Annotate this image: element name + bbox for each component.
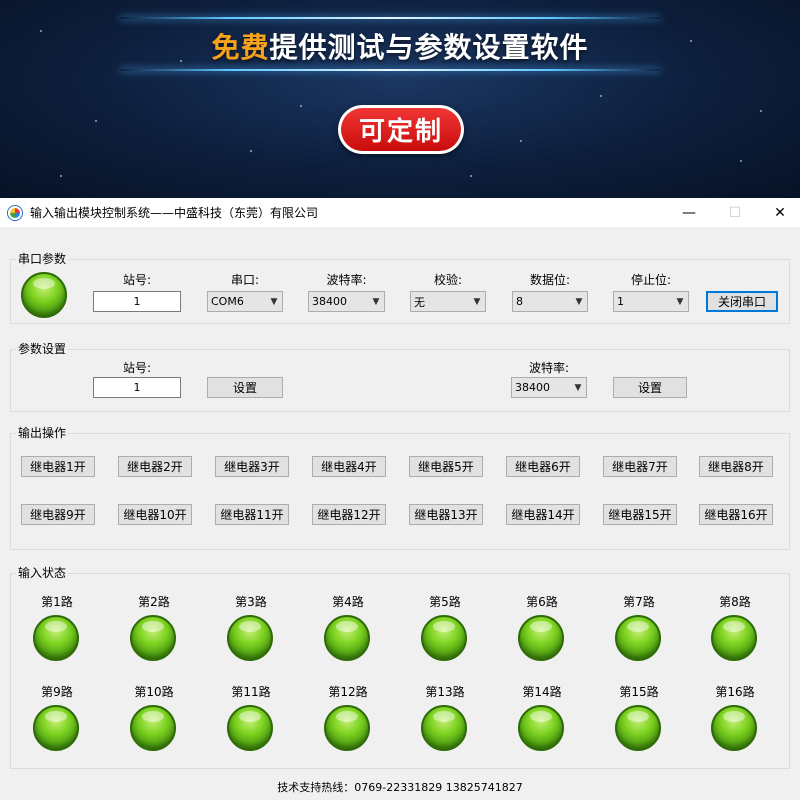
connection-status-led bbox=[21, 272, 67, 318]
promo-banner: 免费提供测试与参数设置软件 可定制 bbox=[0, 0, 800, 198]
app-window: 输入输出模块控制系统——中盛科技（东莞）有限公司 — ☐ ✕ 串口参数 站号: … bbox=[0, 198, 800, 800]
close-button[interactable]: ✕ bbox=[757, 198, 800, 227]
param-settings-group: 参数设置 站号: 1 设置 波特率: 38400 ▼ 设置 bbox=[10, 342, 790, 412]
output-ops-title: 输出操作 bbox=[16, 426, 69, 441]
relay-7-on-button[interactable]: 继电器7开 bbox=[603, 456, 677, 477]
input-7-status-led bbox=[615, 615, 661, 661]
relay-10-on-button[interactable]: 继电器10开 bbox=[118, 504, 192, 525]
serial-params-group: 串口参数 站号: 1 串口: COM6 ▼ 波特率: 38400 ▼ 校验: 无 ▼ … bbox=[10, 252, 790, 324]
input-13-label: 第13路 bbox=[425, 685, 465, 699]
input-status-title: 输入状态 bbox=[16, 566, 69, 581]
chevron-down-icon: ▼ bbox=[676, 296, 684, 307]
input-6-status-led bbox=[518, 615, 564, 661]
input-11-label: 第11路 bbox=[231, 685, 271, 699]
relay-13-on-button[interactable]: 继电器13开 bbox=[409, 504, 483, 525]
app-logo-icon bbox=[8, 205, 22, 220]
customizable-badge: 可定制 bbox=[338, 105, 464, 154]
baud-label: 波特率: bbox=[528, 361, 570, 375]
input-10-label: 第10路 bbox=[134, 685, 174, 699]
minimize-button[interactable]: — bbox=[666, 198, 712, 227]
relay-5-on-button[interactable]: 继电器5开 bbox=[409, 456, 483, 477]
station-label: 站号: bbox=[122, 273, 152, 287]
param-settings-title: 参数设置 bbox=[16, 342, 69, 357]
relay-12-on-button[interactable]: 继电器12开 bbox=[312, 504, 386, 525]
parity-select[interactable]: 无 ▼ bbox=[410, 291, 486, 312]
input-10-status-led bbox=[130, 705, 176, 751]
input-2-status-led bbox=[130, 615, 176, 661]
maximize-button[interactable]: ☐ bbox=[712, 198, 758, 227]
baud-label: 波特率: bbox=[326, 273, 367, 287]
port-select[interactable]: COM6 ▼ bbox=[207, 291, 283, 312]
banner-bottom-line bbox=[120, 69, 660, 71]
relay-1-on-button[interactable]: 继电器1开 bbox=[21, 456, 95, 477]
input-12-status-led bbox=[324, 705, 370, 751]
chevron-down-icon: ▼ bbox=[270, 296, 278, 307]
relay-4-on-button[interactable]: 继电器4开 bbox=[312, 456, 386, 477]
relay-14-on-button[interactable]: 继电器14开 bbox=[506, 504, 580, 525]
baud-select[interactable]: 38400 ▼ bbox=[308, 291, 385, 312]
input-5-label: 第5路 bbox=[429, 595, 461, 609]
relay-8-on-button[interactable]: 继电器8开 bbox=[699, 456, 773, 477]
input-9-status-led bbox=[33, 705, 79, 751]
databits-select[interactable]: 8 ▼ bbox=[512, 291, 588, 312]
relay-6-on-button[interactable]: 继电器6开 bbox=[506, 456, 580, 477]
parity-label: 校验: bbox=[433, 273, 463, 287]
input-8-label: 第8路 bbox=[719, 595, 751, 609]
chevron-down-icon: ▼ bbox=[473, 296, 481, 307]
new-baud-select[interactable]: 38400 ▼ bbox=[511, 377, 587, 398]
station-label: 站号: bbox=[122, 361, 152, 375]
relay-16-on-button[interactable]: 继电器16开 bbox=[699, 504, 773, 525]
window-title: 输入输出模块控制系统——中盛科技（东莞）有限公司 bbox=[30, 206, 319, 220]
relay-2-on-button[interactable]: 继电器2开 bbox=[118, 456, 192, 477]
set-station-button[interactable]: 设置 bbox=[207, 377, 283, 398]
station-input[interactable]: 1 bbox=[93, 291, 181, 312]
input-15-label: 第15路 bbox=[619, 685, 659, 699]
input-14-label: 第14路 bbox=[522, 685, 562, 699]
close-port-button[interactable]: 关闭串口 bbox=[706, 291, 778, 312]
stopbits-select[interactable]: 1 ▼ bbox=[613, 291, 689, 312]
input-5-status-led bbox=[421, 615, 467, 661]
relay-9-on-button[interactable]: 继电器9开 bbox=[21, 504, 95, 525]
relay-15-on-button[interactable]: 继电器15开 bbox=[603, 504, 677, 525]
input-11-status-led bbox=[227, 705, 273, 751]
serial-params-title: 串口参数 bbox=[16, 252, 69, 267]
input-13-status-led bbox=[421, 705, 467, 751]
title-bar: 输入输出模块控制系统——中盛科技（东莞）有限公司 — ☐ ✕ bbox=[0, 198, 800, 227]
input-4-status-led bbox=[324, 615, 370, 661]
banner-top-line bbox=[120, 17, 660, 19]
input-6-label: 第6路 bbox=[526, 595, 558, 609]
output-ops-group: 输出操作 继电器1开 继电器2开 继电器3开 继电器4开 继电器5开 继电器6开 继电器7开… bbox=[10, 426, 790, 550]
input-14-status-led bbox=[518, 705, 564, 751]
input-16-label: 第16路 bbox=[715, 685, 755, 699]
stopbits-label: 停止位: bbox=[630, 273, 672, 287]
support-hotline: 技术支持热线：0769-22331829 13825741827 bbox=[277, 781, 523, 794]
chevron-down-icon: ▼ bbox=[575, 296, 583, 307]
banner-title: 免费提供测试与参数设置软件 bbox=[211, 31, 589, 64]
chevron-down-icon: ▼ bbox=[372, 296, 380, 307]
input-1-status-led bbox=[33, 615, 79, 661]
input-8-status-led bbox=[711, 615, 757, 661]
chevron-down-icon: ▼ bbox=[574, 382, 582, 393]
relay-3-on-button[interactable]: 继电器3开 bbox=[215, 456, 289, 477]
input-3-status-led bbox=[227, 615, 273, 661]
input-3-label: 第3路 bbox=[235, 595, 267, 609]
port-label: 串口: bbox=[230, 273, 260, 287]
input-9-label: 第9路 bbox=[41, 685, 73, 699]
input-2-label: 第2路 bbox=[138, 595, 170, 609]
databits-label: 数据位: bbox=[529, 273, 571, 287]
input-1-label: 第1路 bbox=[41, 595, 73, 609]
new-station-input[interactable]: 1 bbox=[93, 377, 181, 398]
input-16-status-led bbox=[711, 705, 757, 751]
input-15-status-led bbox=[615, 705, 661, 751]
relay-11-on-button[interactable]: 继电器11开 bbox=[215, 504, 289, 525]
input-12-label: 第12路 bbox=[328, 685, 368, 699]
input-status-group: 输入状态 第1路 第2路 第3路 第4路 第5路 第6路 第7路 第8路第9路 第10路 第11路… bbox=[10, 566, 790, 769]
input-4-label: 第4路 bbox=[332, 595, 364, 609]
set-baud-button[interactable]: 设置 bbox=[613, 377, 687, 398]
input-7-label: 第7路 bbox=[623, 595, 655, 609]
